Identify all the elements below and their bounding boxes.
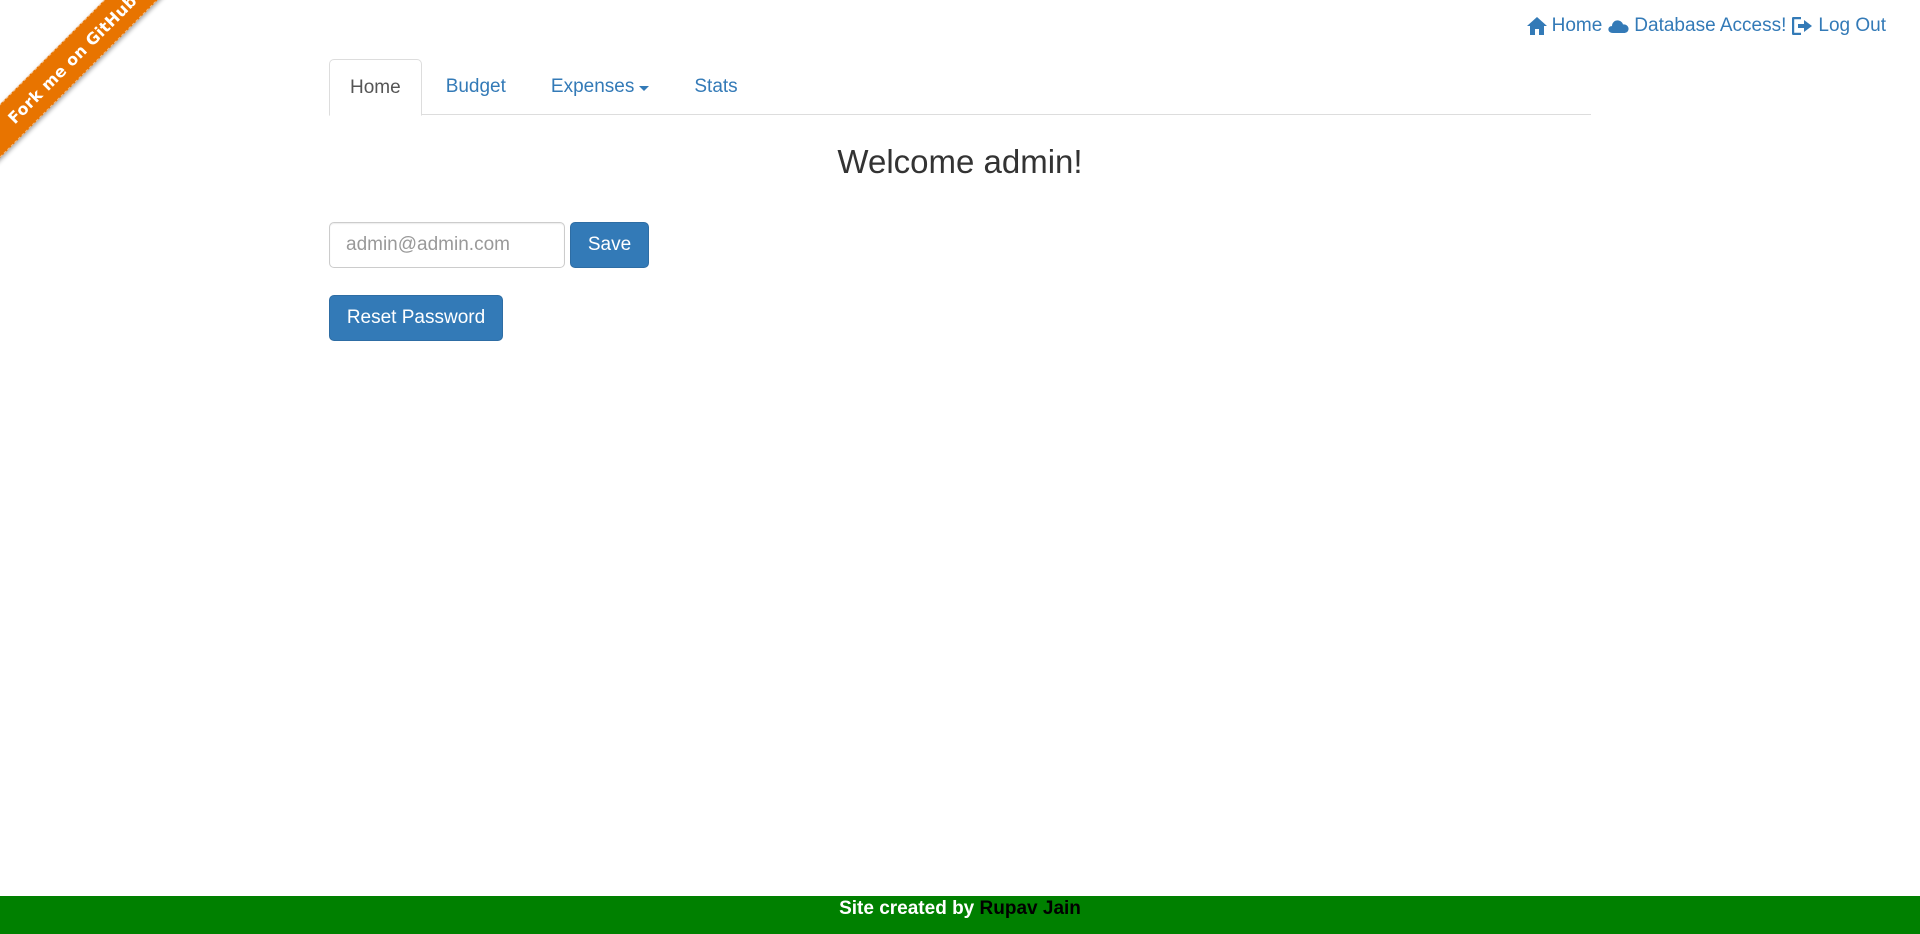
home-icon <box>1526 17 1547 35</box>
main-container: Home Budget Expenses Stats Welcome admin… <box>329 59 1591 341</box>
email-input[interactable] <box>329 222 565 268</box>
top-link-home[interactable]: Home <box>1526 15 1603 37</box>
fork-ribbon-container: Fork me on GitHub <box>0 0 190 190</box>
footer: Site created by Rupav Jain <box>0 896 1920 934</box>
top-link-logout[interactable]: Log Out <box>1792 15 1886 37</box>
tab-budget[interactable]: Budget <box>425 59 527 115</box>
cloud-icon <box>1608 20 1629 33</box>
tab-home-label: Home <box>350 76 401 98</box>
save-button[interactable]: Save <box>570 222 649 268</box>
tab-budget-label: Budget <box>445 76 506 97</box>
fork-me-ribbon[interactable]: Fork me on GitHub <box>0 0 178 165</box>
top-link-database-label: Database Access! <box>1634 15 1787 36</box>
welcome-heading: Welcome admin! <box>837 143 1083 180</box>
top-link-database[interactable]: Database Access! <box>1608 15 1786 37</box>
tab-expenses-label: Expenses <box>550 76 635 97</box>
footer-author-link[interactable]: Rupav Jain <box>980 898 1081 919</box>
top-link-logout-label: Log Out <box>1818 15 1886 36</box>
nav-tabs: Home Budget Expenses Stats <box>329 59 1591 116</box>
tab-expenses[interactable]: Expenses <box>530 59 670 115</box>
reset-row: Reset Password <box>329 295 1591 341</box>
logout-icon <box>1792 17 1813 35</box>
tab-home[interactable]: Home <box>329 59 422 116</box>
tab-stats[interactable]: Stats <box>673 59 758 115</box>
reset-password-button[interactable]: Reset Password <box>329 295 503 341</box>
top-link-home-label: Home <box>1551 15 1603 36</box>
caret-down-icon <box>639 85 650 91</box>
top-nav: Home Database Access! Log Out <box>1526 15 1886 37</box>
tab-stats-label: Stats <box>694 76 738 97</box>
footer-prefix: Site created by <box>839 898 980 919</box>
email-form: Save <box>329 222 1591 268</box>
